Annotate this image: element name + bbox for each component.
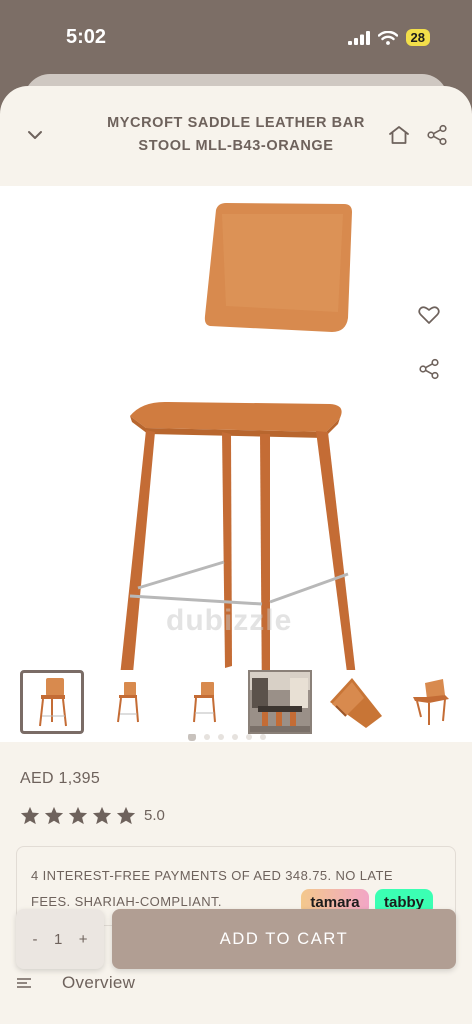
product-price: AED 1,395 [20,770,101,787]
page-title: MYCROFT SADDLE LEATHER BAR STOOL MLL-B43… [107,115,365,154]
status-icons: 28 [347,29,430,46]
share-icon [427,124,447,146]
carousel-dot[interactable] [188,733,196,741]
chevron-down-icon [28,131,42,139]
stool-angle-thumbnail [413,679,449,725]
carousel-dot[interactable] [232,734,238,740]
room-scene-thumbnail [250,672,310,732]
thumbnail[interactable] [172,670,236,734]
overview-label: Overview [62,973,136,992]
status-time: 5:02 [66,26,107,48]
wifi-icon [377,30,398,45]
carousel-dot[interactable] [260,734,266,740]
star-icon [68,806,88,825]
qty-minus-button[interactable]: - [32,931,37,948]
leather-detail-thumbnail [330,678,382,728]
status-bar: 5:02 28 [0,0,472,74]
overview-section[interactable]: Overview [16,968,456,998]
header: MYCROFT SADDLE LEATHER BAR STOOL MLL-B43… [0,86,472,186]
signal-icon [347,30,370,45]
star-icon [20,806,40,825]
star-icon [92,806,112,825]
home-icon [389,126,409,144]
carousel-dots [188,733,266,741]
qty-value: 1 [53,930,63,948]
share-image-button[interactable] [414,354,444,384]
quantity-stepper: - 1 + [16,909,104,969]
rating-value: 5.0 [144,807,165,824]
star-icon [116,806,136,825]
stool-back-thumbnail [193,682,216,723]
product-sheet: MYCROFT SADDLE LEATHER BAR STOOL MLL-B43… [0,86,472,1024]
collapse-button[interactable] [22,122,48,148]
share-header-button[interactable] [424,122,450,148]
list-icon [17,978,31,988]
stool-front-thumbnail [39,678,67,727]
heart-icon [418,306,440,324]
thumbnail-strip [20,670,464,734]
home-button[interactable] [386,122,412,148]
stool-side-thumbnail [117,682,139,723]
thumbnail[interactable] [324,670,388,734]
battery-indicator: 28 [405,29,430,46]
carousel-dot[interactable] [246,734,252,740]
carousel-dot[interactable] [204,734,210,740]
thumbnail[interactable] [20,670,84,734]
product-image-carousel[interactable]: dubizzle [0,186,472,742]
qty-plus-button[interactable]: + [79,931,88,948]
carousel-dot[interactable] [218,734,224,740]
favorite-button[interactable] [414,300,444,330]
thumbnail[interactable] [400,670,464,734]
star-icon [44,806,64,825]
share-icon [419,358,439,380]
watermark: dubizzle [166,604,293,637]
rating: 5.0 [20,806,165,825]
bar-stool-image [116,203,358,716]
thumbnail[interactable] [248,670,312,734]
thumbnail[interactable] [96,670,160,734]
add-to-cart-button[interactable]: ADD TO CART [112,909,456,969]
